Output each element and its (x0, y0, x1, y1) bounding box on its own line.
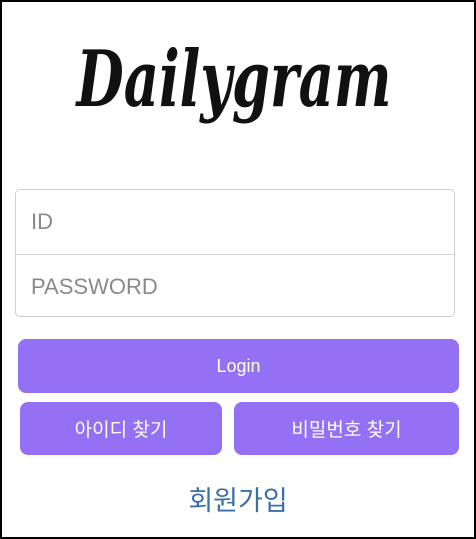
logo-text: Dailygram (75, 34, 391, 125)
logo-wordmark: Dailygram (75, 34, 391, 125)
find-id-button[interactable]: 아이디 찾기 (20, 402, 222, 455)
app-frame: Dailygram Login 아이디 찾기 비밀번호 찾기 회원가입 (0, 0, 476, 539)
login-button[interactable]: Login (18, 339, 459, 393)
login-fields (15, 189, 455, 317)
dailygram-logo: Dailygram (72, 16, 397, 146)
id-input[interactable] (16, 190, 454, 254)
signup-link[interactable]: 회원가입 (2, 479, 474, 518)
password-input[interactable] (16, 254, 454, 316)
find-password-button[interactable]: 비밀번호 찾기 (234, 402, 459, 455)
